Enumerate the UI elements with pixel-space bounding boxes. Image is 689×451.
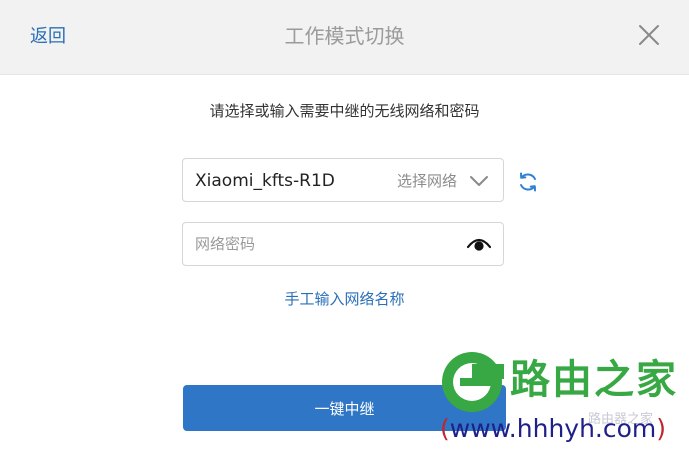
close-button[interactable] [636,22,662,48]
dialog-title: 工作模式切换 [284,24,405,48]
manual-network-name-link[interactable]: 手工输入网络名称 [0,288,689,310]
chevron-down-icon [470,176,488,186]
toggle-password-visibility-button[interactable] [466,236,492,252]
eye-icon [466,238,492,251]
watermark-small-text: 路由器之家 [588,412,654,427]
refresh-networks-button[interactable] [516,170,540,194]
watermark-brand: 路由之家 [510,357,678,403]
network-select[interactable]: Xiaomi_kfts-R1D 选择网络 [182,158,504,202]
select-network-hint: 选择网络 [396,172,457,190]
close-icon [639,25,659,45]
selected-network-name: Xiaomi_kfts-R1D [195,171,335,191]
refresh-icon [520,172,536,192]
one-click-relay-button[interactable]: 一键中继 [183,385,506,431]
password-input[interactable] [195,233,455,255]
password-field [182,222,504,266]
instruction-text: 请选择或输入需要中继的无线网络和密码 [209,102,480,120]
dialog-header: 返回 工作模式切换 [0,0,689,75]
work-mode-dialog: 返回 工作模式切换 请选择或输入需要中继的无线网络和密码 Xiaomi_kfts… [0,0,689,451]
watermark-url-close: ) [656,414,667,443]
